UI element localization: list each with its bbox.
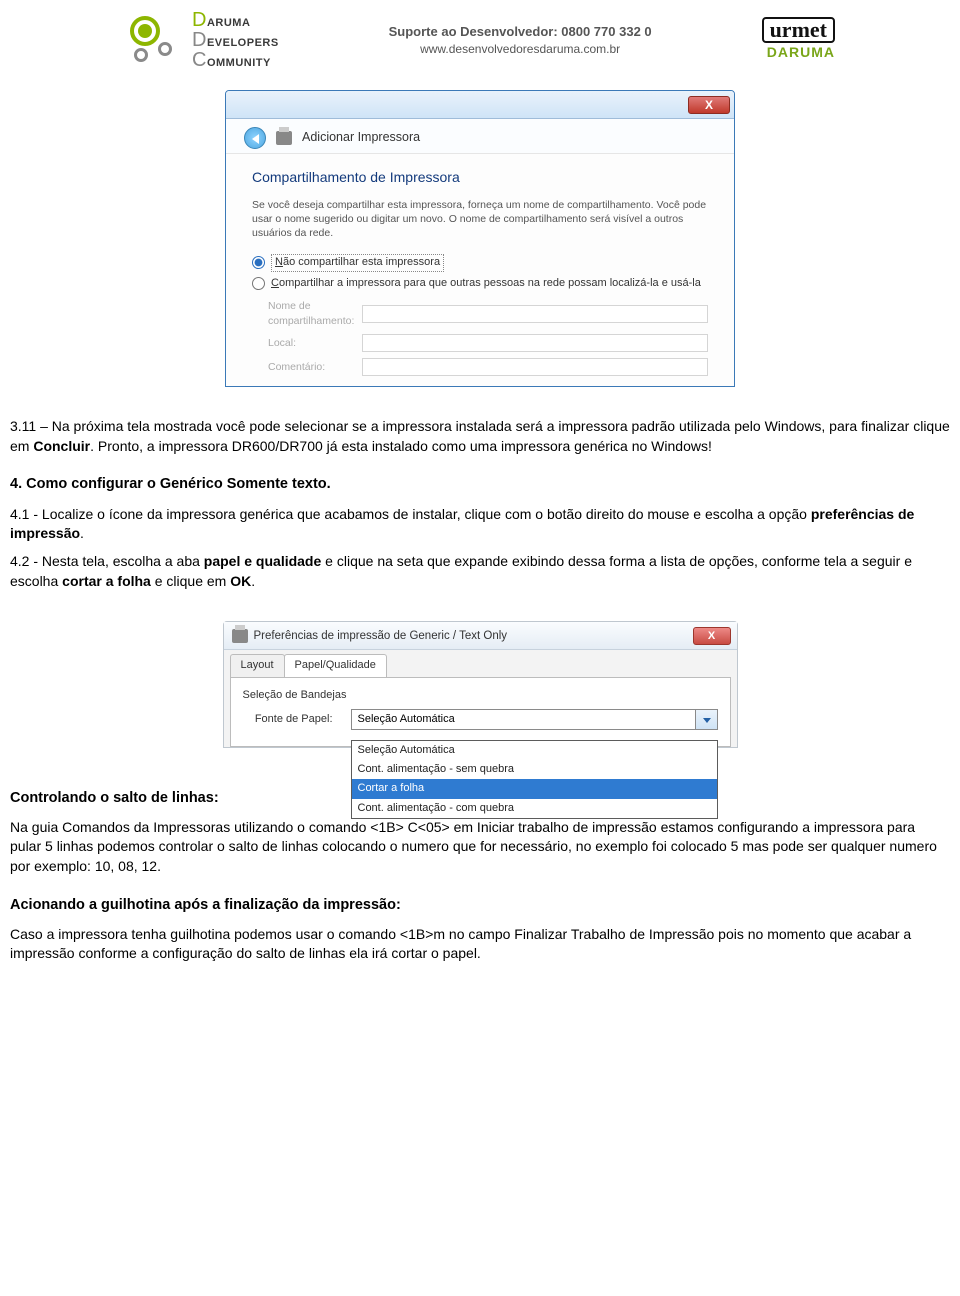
ddc-logo: DARUMA DEVELOPERS COMMUNITY <box>130 10 279 70</box>
share-fields: Nome de compartilhamento: Local: Comentá… <box>252 299 708 376</box>
input-share-name[interactable] <box>362 305 708 323</box>
support-url: www.desenvolvedoresdaruma.com.br <box>389 41 652 58</box>
prefs-titlebar: Preferências de impressão de Generic / T… <box>224 622 737 650</box>
radio-no-share-input[interactable] <box>252 256 265 269</box>
paragraph-4-1: 4.1 - Localize o ícone da impressora gen… <box>10 505 950 544</box>
back-icon[interactable] <box>244 127 266 149</box>
printer-icon <box>276 131 292 145</box>
paragraph-salto: Na guia Comandos da Impressoras utilizan… <box>10 818 950 877</box>
label-local: Local: <box>252 336 352 351</box>
support-phone: Suporte ao Desenvolvedor: 0800 770 332 0 <box>389 23 652 41</box>
tab-panel-paper: Seleção de Bandejas Fonte de Papel: Sele… <box>230 677 731 747</box>
prefs-tabs: Layout Papel/Qualidade <box>230 654 731 676</box>
daruma-wordmark: DARUMA <box>762 43 835 63</box>
print-preferences-dialog: Preferências de impressão de Generic / T… <box>223 621 738 747</box>
printer-icon <box>232 629 248 643</box>
wizard-heading: Compartilhamento de Impressora <box>252 168 708 188</box>
paragraph-3-11: 3.11 – Na próxima tela mostrada você pod… <box>10 417 950 456</box>
ddc-icon <box>130 16 186 64</box>
combo-paper-source[interactable]: Seleção Automática <box>351 709 718 730</box>
close-button[interactable]: X <box>693 627 731 645</box>
radio-share[interactable]: Compartilhar a impressora para que outra… <box>252 276 708 291</box>
input-comment[interactable] <box>362 358 708 376</box>
support-info: Suporte ao Desenvolvedor: 0800 770 332 0… <box>389 23 652 58</box>
tab-paper-quality[interactable]: Papel/Qualidade <box>284 654 387 676</box>
heading-4: 4. Como configurar o Genérico Somente te… <box>10 474 950 494</box>
combo-dropdown: Seleção AutomáticaCont. alimentação - se… <box>351 740 718 820</box>
group-trays: Seleção de Bandejas <box>243 688 718 703</box>
prefs-title: Preferências de impressão de Generic / T… <box>254 628 508 644</box>
urmet-wordmark: urmet <box>762 17 835 43</box>
combo-option[interactable]: Cortar a folha <box>352 779 717 798</box>
tab-layout[interactable]: Layout <box>230 654 285 676</box>
combo-option[interactable]: Cont. alimentação - com quebra <box>352 799 717 818</box>
paragraph-4-2: 4.2 - Nesta tela, escolha a aba papel e … <box>10 552 950 591</box>
paragraph-guilhotina: Caso a impressora tenha guilhotina podem… <box>10 925 950 964</box>
combo-value: Seleção Automática <box>358 712 455 727</box>
wizard-blurb: Se você deseja compartilhar esta impress… <box>252 198 708 241</box>
combo-option[interactable]: Cont. alimentação - sem quebra <box>352 760 717 779</box>
add-printer-wizard: X Adicionar Impressora Compartilhamento … <box>225 90 735 387</box>
close-button[interactable]: X <box>688 96 730 114</box>
ddc-wordmark: DARUMA DEVELOPERS COMMUNITY <box>192 10 279 70</box>
input-local[interactable] <box>362 334 708 352</box>
heading-guilhotina: Acionando a guilhotina após a finalizaçã… <box>10 895 950 915</box>
document-header: DARUMA DEVELOPERS COMMUNITY Suporte ao D… <box>0 0 960 75</box>
urmet-logo: urmet DARUMA <box>762 17 835 63</box>
wizard-nav: Adicionar Impressora <box>226 119 734 154</box>
radio-no-share[interactable]: Não compartilhar esta impressora <box>252 254 708 271</box>
wizard-titlebar: X <box>226 91 734 119</box>
combo-option[interactable]: Seleção Automática <box>352 741 717 760</box>
label-comment: Comentário: <box>252 360 352 375</box>
label-share-name: Nome de compartilhamento: <box>252 299 352 328</box>
chevron-down-icon[interactable] <box>695 710 717 729</box>
document-body: 3.11 – Na próxima tela mostrada você pod… <box>0 417 960 1012</box>
radio-share-input[interactable] <box>252 277 265 290</box>
label-paper-source: Fonte de Papel: <box>243 712 333 727</box>
wizard-title: Adicionar Impressora <box>302 129 420 147</box>
